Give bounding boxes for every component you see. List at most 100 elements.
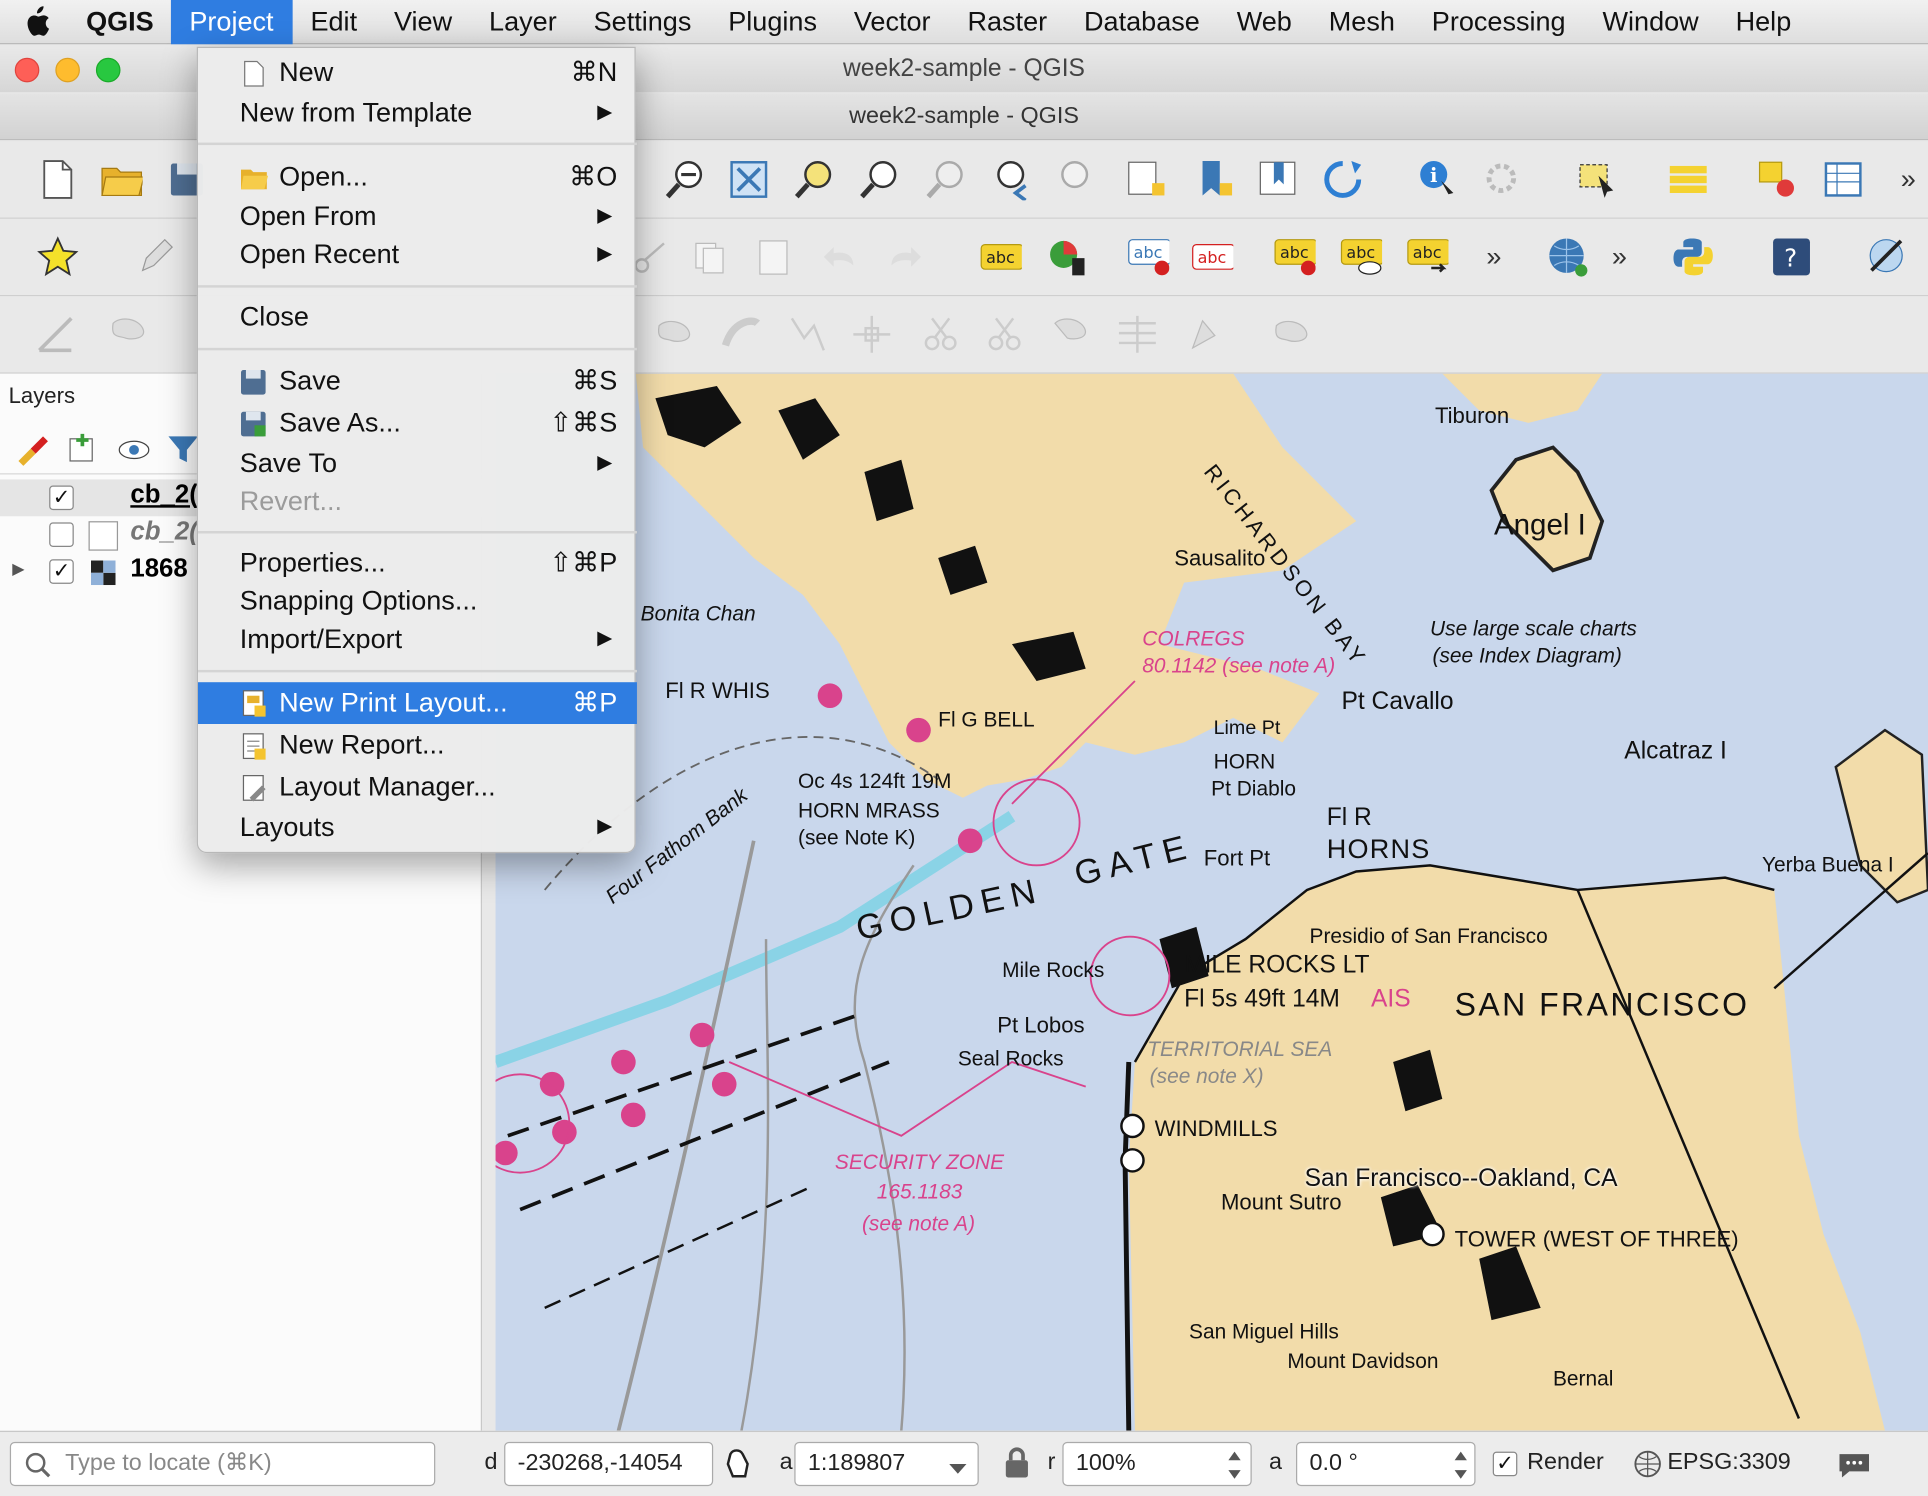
layer-visibility-checkbox[interactable]: ✓: [49, 559, 74, 584]
menu-item-new-from-template[interactable]: New from Template ▶: [198, 93, 637, 132]
menu-raster[interactable]: Raster: [949, 0, 1066, 44]
lock-scale-icon[interactable]: [1003, 1447, 1030, 1486]
show-bookmarks-icon[interactable]: [1257, 159, 1299, 201]
menu-item-layouts[interactable]: Layouts ▶: [198, 808, 637, 847]
zoom-last-icon[interactable]: [991, 159, 1033, 201]
python-console-icon[interactable]: [1672, 236, 1714, 278]
menu-item-new-report[interactable]: New Report...: [198, 725, 637, 764]
zoom-out-icon[interactable]: [664, 159, 706, 201]
zoom-next-icon[interactable]: [1055, 159, 1097, 201]
magnifier-spinner-icon[interactable]: [1225, 1447, 1245, 1491]
new-project-icon[interactable]: [37, 159, 79, 201]
menu-item-save-as[interactable]: Save As... ⇧⌘S: [198, 403, 637, 442]
close-window-button[interactable]: [14, 57, 40, 83]
layer-visibility-checkbox[interactable]: ✓: [49, 485, 74, 511]
add-feature-icon[interactable]: [108, 313, 150, 355]
menu-view[interactable]: View: [376, 0, 471, 44]
open-attribute-table-icon[interactable]: [1667, 159, 1709, 201]
new-bookmark-icon[interactable]: [1195, 159, 1237, 201]
label-tool-icon[interactable]: abc: [980, 236, 1022, 278]
menu-item-new-print-layout[interactable]: New Print Layout... ⌘P: [197, 682, 637, 724]
menu-item-import-export[interactable]: Import/Export ▶: [198, 620, 637, 659]
menu-mesh[interactable]: Mesh: [1310, 0, 1413, 44]
zoom-to-layer-icon[interactable]: [858, 159, 900, 201]
highlight-labels-icon[interactable]: abc: [1191, 236, 1234, 278]
menu-item-new[interactable]: New ⌘N: [198, 53, 637, 92]
menu-help[interactable]: Help: [1717, 0, 1810, 44]
pin-labels-icon[interactable]: abc: [1128, 236, 1170, 278]
merge-features-icon[interactable]: [1050, 313, 1092, 355]
offset-curve-icon[interactable]: [721, 313, 763, 355]
simplify-icon[interactable]: [787, 313, 829, 355]
shape-digitize-icon[interactable]: [1271, 313, 1313, 355]
menu-project[interactable]: Project: [170, 0, 293, 44]
minimize-window-button[interactable]: [55, 57, 80, 83]
apple-icon[interactable]: [0, 0, 74, 44]
add-group-icon[interactable]: [61, 428, 103, 470]
scale-dropdown-icon[interactable]: [947, 1457, 969, 1484]
refresh-icon[interactable]: [1322, 159, 1364, 201]
label-toolbar-overflow-icon[interactable]: »: [1473, 236, 1515, 278]
copy-features-icon[interactable]: [689, 236, 731, 278]
attribute-table-icon[interactable]: [1822, 159, 1864, 201]
menu-window[interactable]: Window: [1584, 0, 1717, 44]
map-canvas[interactable]: GOLDEN GATE SAN FRANCISCO San Francisco-…: [495, 373, 1928, 1431]
rotation-spinner-icon[interactable]: [1451, 1447, 1471, 1491]
web-toolbar-overflow-icon[interactable]: »: [1598, 236, 1640, 278]
zoom-full-icon[interactable]: [728, 159, 770, 201]
menu-database[interactable]: Database: [1066, 0, 1219, 44]
web-globe-icon[interactable]: [1547, 236, 1589, 278]
toggle-editing-icon[interactable]: [135, 236, 177, 278]
identify-features-icon[interactable]: i: [1416, 159, 1458, 201]
menu-processing[interactable]: Processing: [1413, 0, 1584, 44]
rotate-label-icon[interactable]: abc: [1407, 236, 1449, 278]
paste-features-icon[interactable]: [753, 236, 795, 278]
menu-vector[interactable]: Vector: [835, 0, 949, 44]
menu-item-close[interactable]: Close: [198, 297, 637, 336]
help-icon[interactable]: ?: [1771, 236, 1813, 278]
coordinate-field[interactable]: -230268,-14054: [504, 1441, 714, 1487]
menu-item-snapping-options[interactable]: Snapping Options...: [198, 581, 637, 620]
reshape-icon[interactable]: [654, 313, 696, 355]
zoom-window-button[interactable]: [95, 57, 121, 83]
zoom-native-icon[interactable]: [925, 159, 967, 201]
deselect-features-icon[interactable]: [1756, 159, 1798, 201]
menu-item-properties[interactable]: Properties... ⇧⌘P: [198, 543, 637, 582]
rotate-feature-icon[interactable]: [1183, 313, 1225, 355]
render-checkbox[interactable]: ✓: [1492, 1451, 1518, 1477]
vertex-tool-icon[interactable]: [851, 313, 893, 355]
crs-label[interactable]: EPSG:3309: [1667, 1449, 1790, 1476]
layer-visibility-checkbox[interactable]: [49, 522, 74, 547]
menu-item-open[interactable]: Open... ⌘O: [198, 157, 637, 196]
georeferencer-icon[interactable]: [1867, 236, 1909, 278]
align-icon[interactable]: [1116, 313, 1158, 355]
split-features-icon[interactable]: [920, 313, 962, 355]
menu-item-open-recent[interactable]: Open Recent ▶: [198, 235, 637, 274]
move-label-icon[interactable]: abc: [1274, 236, 1316, 278]
run-action-icon[interactable]: [1482, 159, 1524, 201]
style-brush-icon[interactable]: [10, 428, 52, 470]
menu-item-open-from[interactable]: Open From ▶: [198, 197, 637, 236]
menu-item-layout-manager[interactable]: Layout Manager...: [198, 767, 637, 806]
menu-item-save[interactable]: Save ⌘S: [198, 361, 637, 400]
menu-layer[interactable]: Layer: [471, 0, 576, 44]
app-menu-qgis[interactable]: QGIS: [74, 6, 171, 38]
menu-edit[interactable]: Edit: [292, 0, 376, 44]
menu-web[interactable]: Web: [1218, 0, 1310, 44]
menu-plugins[interactable]: Plugins: [710, 0, 836, 44]
visibility-eye-icon[interactable]: [113, 428, 155, 470]
locator-search-input[interactable]: Type to locate (⌘K): [9, 1441, 436, 1487]
rotation-field[interactable]: 0.0 °: [1295, 1441, 1476, 1487]
zoom-to-selection-icon[interactable]: [793, 159, 835, 201]
toolbar-overflow-icon[interactable]: »: [1887, 159, 1928, 201]
messages-icon[interactable]: [1837, 1449, 1871, 1486]
open-project-icon[interactable]: [101, 159, 143, 201]
measure-angle-icon[interactable]: [34, 313, 76, 355]
menu-settings[interactable]: Settings: [575, 0, 710, 44]
undo-icon[interactable]: [819, 236, 861, 278]
favorites-star-icon[interactable]: [37, 236, 79, 278]
split-parts-icon[interactable]: [984, 313, 1026, 355]
expand-arrow-icon[interactable]: ▶: [12, 559, 24, 579]
magnifier-field[interactable]: 100%: [1062, 1441, 1252, 1487]
select-features-icon[interactable]: [1576, 159, 1618, 201]
